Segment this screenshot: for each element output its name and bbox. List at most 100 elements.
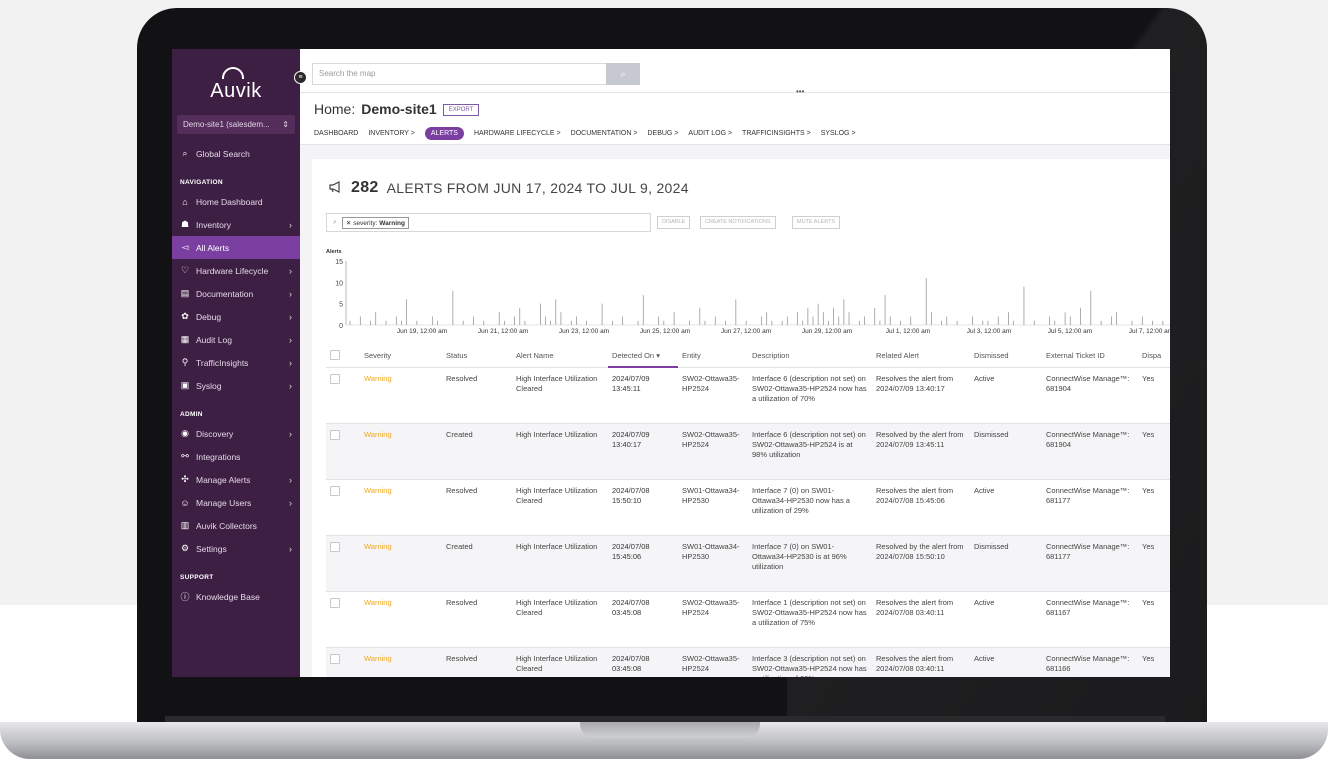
cell-description: Interface 7 (0) on SW01-Ottawa34-HP2530 … bbox=[748, 535, 872, 592]
cell-severity: Warning bbox=[360, 479, 442, 536]
cell-name: High Interface Utilization Cleared bbox=[512, 647, 608, 677]
cell-dispatched: Yes bbox=[1138, 479, 1170, 536]
alert-filter-input[interactable]: ⌕ ✕ severity: Warning bbox=[326, 213, 651, 232]
column-header-description[interactable]: Description bbox=[748, 345, 872, 368]
create-notifications-button[interactable]: CREATE NOTIFICATIONS bbox=[700, 216, 776, 229]
debug-icon: ✿ bbox=[181, 311, 189, 321]
discovery-icon: ◉ bbox=[181, 428, 189, 438]
filter-chip-value: Warning bbox=[379, 219, 405, 227]
table-row[interactable]: Warning Resolved High Interface Utilizatio… bbox=[326, 647, 1170, 677]
tab-syslog[interactable]: SYSLOG > bbox=[821, 130, 856, 137]
column-header-alert-name[interactable]: Alert Name bbox=[512, 345, 608, 368]
disable-button[interactable]: DISABLE bbox=[657, 216, 691, 229]
column-header-label: Alert Name bbox=[516, 351, 554, 361]
export-button[interactable]: EXPORT bbox=[442, 104, 480, 116]
tab-dashboard[interactable]: DASHBOARD bbox=[314, 130, 358, 137]
tab-trafficinsights[interactable]: TRAFFICINSIGHTS > bbox=[742, 130, 811, 137]
cell-related: Resolved by the alert from 2024/07/08 15… bbox=[872, 535, 970, 592]
cell-related: Resolves the alert from 2024/07/09 13:40… bbox=[872, 367, 970, 424]
sidebar-item-debug[interactable]: ✿ Debug › bbox=[172, 305, 300, 328]
cell-severity: Warning bbox=[360, 647, 442, 677]
mute-alerts-button[interactable]: MUTE ALERTS bbox=[792, 216, 841, 229]
sidebar-item-audit-log[interactable]: ▦ Audit Log › bbox=[172, 328, 300, 351]
column-header-status[interactable]: Status bbox=[442, 345, 512, 368]
sidebar-item-trafficinsights[interactable]: ⚲ TrafficInsights › bbox=[172, 351, 300, 374]
table-row[interactable]: Warning Created High Interface Utilization… bbox=[326, 423, 1170, 480]
home-label: Home: bbox=[314, 101, 356, 117]
main-area: Search the map ⌕ ••• Home: Demo-site1 EX… bbox=[300, 49, 1170, 677]
sidebar-item-syslog[interactable]: ▣ Syslog › bbox=[172, 374, 300, 397]
table-row[interactable]: Warning Created High Interface Utilization… bbox=[326, 535, 1170, 592]
updown-icon: ⇕ bbox=[282, 120, 289, 129]
filter-chip[interactable]: ✕ severity: Warning bbox=[341, 216, 409, 229]
tab-documentation[interactable]: DOCUMENTATION > bbox=[571, 130, 638, 137]
column-header-external-ticket-id[interactable]: External Ticket ID bbox=[1042, 345, 1138, 368]
tab-inventory[interactable]: INVENTORY > bbox=[368, 130, 415, 137]
alerts-table: Severity Status Alert Name Detected On ▾ Ent… bbox=[326, 345, 1170, 677]
cell-ticket: ConnectWise Manage™: 681177 bbox=[1042, 479, 1138, 536]
sidebar-item-auvik-collectors[interactable]: ▥ Auvik Collectors bbox=[172, 514, 300, 537]
sidebar-item-manage-users[interactable]: ☺ Manage Users › bbox=[172, 491, 300, 514]
cell-dispatched: Yes bbox=[1138, 591, 1170, 648]
row-checkbox[interactable] bbox=[326, 367, 360, 424]
table-row[interactable]: Warning Resolved High Interface Utilizatio… bbox=[326, 591, 1170, 648]
cell-ticket: ConnectWise Manage™: 681166 bbox=[1042, 647, 1138, 677]
tab-alerts[interactable]: ALERTS bbox=[424, 127, 464, 140]
column-header-dispa[interactable]: Dispa bbox=[1138, 345, 1170, 368]
tab-debug[interactable]: DEBUG > bbox=[647, 130, 678, 137]
cell-related: Resolved by the alert from 2024/07/09 13… bbox=[872, 423, 970, 480]
sidebar: Auvik Demo-site1 (salesdem... ⇕ ⌕ Global… bbox=[172, 49, 300, 677]
column-header-dismissed[interactable]: Dismissed bbox=[970, 345, 1042, 368]
column-header-label: Dismissed bbox=[974, 351, 1009, 361]
row-checkbox[interactable] bbox=[326, 535, 360, 592]
sidebar-item-discovery[interactable]: ◉ Discovery › bbox=[172, 422, 300, 445]
laptop-notch bbox=[580, 722, 760, 738]
cell-name: High Interface Utilization Cleared bbox=[512, 591, 608, 648]
cell-status: Resolved bbox=[442, 647, 512, 677]
sidebar-item-inventory[interactable]: ☗ Inventory › bbox=[172, 213, 300, 236]
row-checkbox[interactable] bbox=[326, 591, 360, 648]
megaphone-icon: ◅ bbox=[181, 242, 189, 252]
row-checkbox[interactable] bbox=[326, 647, 360, 677]
map-search-button[interactable]: ⌕ bbox=[606, 63, 640, 85]
table-row[interactable]: Warning Resolved High Interface Utilizatio… bbox=[326, 367, 1170, 424]
global-search[interactable]: ⌕ Global Search bbox=[172, 142, 300, 165]
cell-description: Interface 6 (description not set) on SW0… bbox=[748, 423, 872, 480]
map-search-input[interactable]: Search the map bbox=[312, 63, 608, 85]
chart-xtick-label: Jun 19, 12:00 am bbox=[397, 328, 447, 335]
sidebar-item-knowledge-base[interactable]: ⓘ Knowledge Base bbox=[172, 585, 300, 608]
sidebar-item-manage-alerts[interactable]: ✣ Manage Alerts › bbox=[172, 468, 300, 491]
megaphone-icon bbox=[329, 180, 343, 196]
cell-detected: 2024/07/08 15:45:06 bbox=[608, 535, 678, 592]
sidebar-item-documentation[interactable]: ▤ Documentation › bbox=[172, 282, 300, 305]
settings-icon: ⚙ bbox=[180, 543, 190, 553]
logo[interactable]: Auvik bbox=[172, 49, 300, 111]
row-checkbox[interactable] bbox=[326, 479, 360, 536]
sort-down-icon[interactable]: ▾ bbox=[654, 351, 660, 360]
sidebar-toggle-icon[interactable]: ≡ bbox=[294, 71, 307, 84]
cell-severity: Warning bbox=[360, 535, 442, 592]
sidebar-item-all-alerts[interactable]: ◅ All Alerts bbox=[172, 236, 300, 259]
chart-ytick-label: 15 bbox=[335, 259, 343, 266]
manage-alerts-icon: ✣ bbox=[181, 474, 189, 484]
cell-status: Created bbox=[442, 535, 512, 592]
column-header-related-alert[interactable]: Related Alert bbox=[872, 345, 970, 368]
column-header-detected-on[interactable]: Detected On ▾ bbox=[608, 345, 678, 368]
sidebar-item-hardware-lifecycle[interactable]: ♡ Hardware Lifecycle › bbox=[172, 259, 300, 282]
support-heading: SUPPORT bbox=[180, 574, 214, 581]
sidebar-item-settings[interactable]: ⚙ Settings › bbox=[172, 537, 300, 560]
sidebar-item-home-dashboard[interactable]: ⌂ Home Dashboard bbox=[172, 190, 300, 213]
table-row[interactable]: Warning Resolved High Interface Utilizatio… bbox=[326, 479, 1170, 536]
cell-severity: Warning bbox=[360, 591, 442, 648]
column-header-entity[interactable]: Entity bbox=[678, 345, 748, 368]
more-dots-icon[interactable]: ••• bbox=[796, 87, 804, 96]
sidebar-item-integrations[interactable]: ⚯ Integrations bbox=[172, 445, 300, 468]
row-checkbox[interactable] bbox=[326, 423, 360, 480]
tab-hardware-lifecycle[interactable]: HARDWARE LIFECYCLE > bbox=[474, 130, 561, 137]
cell-entity: SW02-Ottawa35-HP2524 bbox=[678, 423, 748, 480]
site-select[interactable]: Demo-site1 (salesdem... ⇕ bbox=[177, 115, 295, 134]
tab-audit-log[interactable]: AUDIT LOG > bbox=[688, 130, 732, 137]
select-all-checkbox[interactable] bbox=[326, 345, 360, 368]
cell-description: Interface 3 (description not set) on SW0… bbox=[748, 647, 872, 677]
column-header-severity[interactable]: Severity bbox=[360, 345, 442, 368]
